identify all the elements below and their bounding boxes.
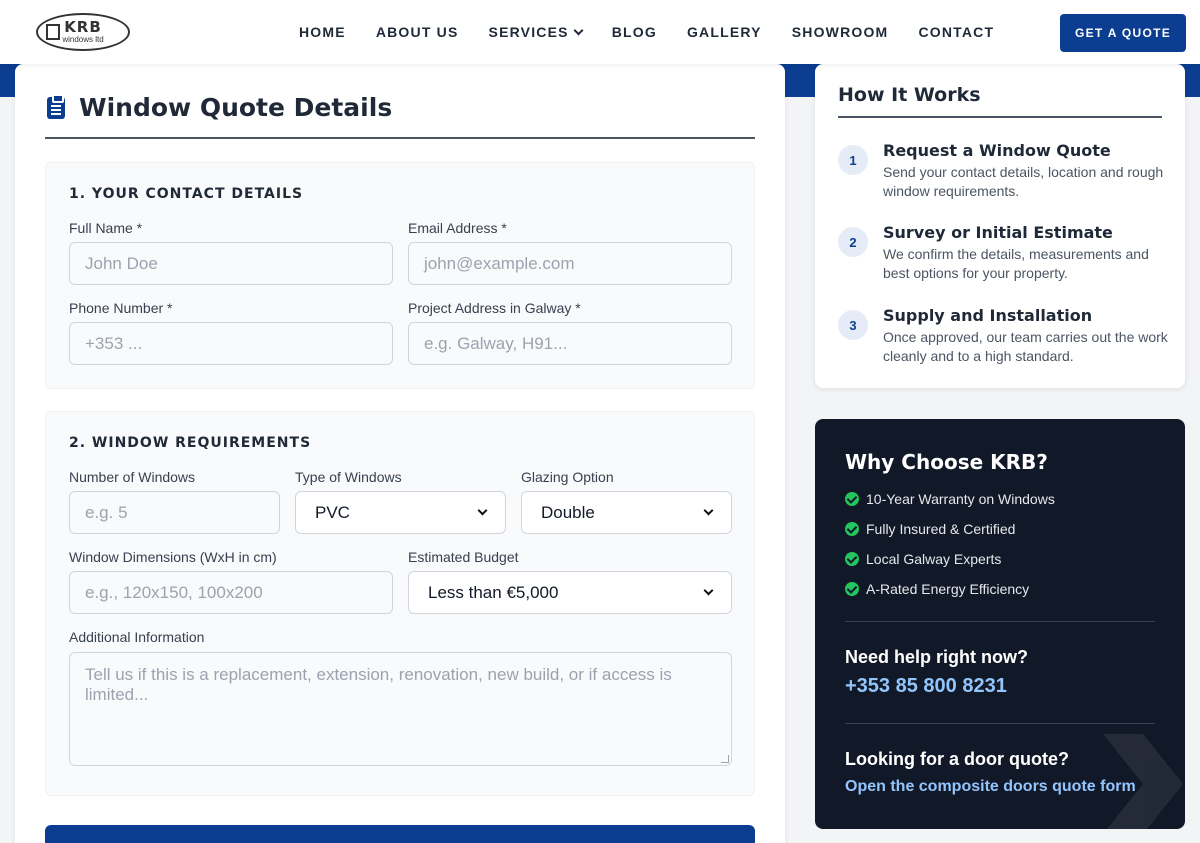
window-type-value: PVC	[315, 502, 350, 522]
logo-text: KRB	[64, 18, 102, 36]
contact-details-section: 1. YOUR CONTACT DETAILS Full Name * John…	[45, 162, 755, 389]
num-windows-input[interactable]: e.g. 5	[69, 491, 280, 534]
step-number: 1	[838, 145, 868, 175]
glazing-value: Double	[541, 502, 595, 522]
window-type-label: Type of Windows	[295, 469, 402, 485]
benefit-label: Local Galway Experts	[866, 551, 1002, 567]
nav-services-label: SERVICES	[488, 24, 569, 40]
help-title: Need help right now?	[845, 647, 1028, 667]
email-label: Email Address *	[408, 220, 507, 236]
benefit-label: Fully Insured & Certified	[866, 521, 1016, 537]
window-requirements-section: 2. WINDOW REQUIREMENTS Number of Windows…	[45, 411, 755, 796]
nav-home[interactable]: HOME	[299, 22, 346, 42]
benefit-label: 10-Year Warranty on Windows	[866, 491, 1055, 507]
nav-showroom[interactable]: SHOWROOM	[792, 22, 889, 42]
main-nav: HOME ABOUT US SERVICES BLOG GALLERY SHOW…	[299, 22, 1024, 42]
chevron-down-icon	[703, 505, 714, 516]
nav-services[interactable]: SERVICES	[488, 22, 584, 42]
step-description: Once approved, our team carries out the …	[883, 329, 1168, 364]
full-name-label: Full Name *	[69, 220, 143, 236]
check-circle-icon	[845, 492, 859, 506]
benefit-item: A-Rated Energy Efficiency	[845, 581, 1029, 597]
why-choose-card: Why Choose KRB? 10-Year Warranty on Wind…	[815, 419, 1185, 829]
glazing-label: Glazing Option	[521, 469, 614, 485]
nav-blog[interactable]: BLOG	[612, 22, 657, 42]
step-title: Request a Window Quote	[883, 141, 1111, 160]
divider	[845, 723, 1155, 724]
chevron-down-icon	[573, 25, 584, 35]
dimensions-label: Window Dimensions (WxH in cm)	[69, 549, 277, 565]
page-title: Window Quote Details	[79, 93, 393, 122]
benefit-item: Fully Insured & Certified	[845, 521, 1015, 537]
benefit-label: A-Rated Energy Efficiency	[866, 581, 1030, 597]
nav-contact[interactable]: CONTACT	[918, 22, 994, 42]
additional-info-textarea[interactable]: Tell us if this is a replacement, extens…	[69, 652, 732, 766]
quote-form-card: Window Quote Details 1. YOUR CONTACT DET…	[15, 64, 785, 843]
budget-label: Estimated Budget	[408, 549, 519, 565]
budget-select[interactable]: Less than €5,000	[408, 571, 732, 614]
step-number: 2	[838, 227, 868, 257]
additional-info-label: Additional Information	[69, 629, 205, 645]
chevron-down-icon	[477, 505, 488, 516]
benefit-item: Local Galway Experts	[845, 551, 1001, 567]
door-quote-link[interactable]: Open the composite doors quote form	[845, 778, 1136, 796]
check-circle-icon	[845, 522, 859, 536]
nav-about-us[interactable]: ABOUT US	[376, 22, 459, 42]
phone-input[interactable]: +353 ...	[69, 322, 393, 365]
check-circle-icon	[845, 552, 859, 566]
how-it-works-card: How It Works 1 Request a Window Quote Se…	[815, 64, 1185, 388]
how-it-works-title: How It Works	[838, 84, 1162, 118]
step-number: 3	[838, 310, 868, 340]
additional-info-placeholder: Tell us if this is a replacement, extens…	[85, 665, 672, 704]
chevron-down-icon	[703, 585, 714, 596]
form-title-row: Window Quote Details	[45, 92, 755, 139]
why-choose-title: Why Choose KRB?	[845, 450, 1048, 474]
phone-label: Phone Number *	[69, 300, 173, 316]
step-title: Survey or Initial Estimate	[883, 223, 1113, 242]
decorative-shape-icon	[1103, 734, 1183, 829]
logo-subtext: windows ltd	[62, 35, 104, 44]
nav-gallery[interactable]: GALLERY	[687, 22, 762, 42]
email-input[interactable]: john@example.com	[408, 242, 732, 285]
step-description: Send your contact details, location and …	[883, 164, 1164, 199]
budget-value: Less than €5,000	[428, 582, 559, 602]
check-circle-icon	[845, 582, 859, 596]
get-a-quote-button[interactable]: GET A QUOTE	[1060, 14, 1186, 52]
door-quote-title: Looking for a door quote?	[845, 749, 1069, 769]
num-windows-label: Number of Windows	[69, 469, 196, 485]
step-title: Supply and Installation	[883, 306, 1093, 325]
section-title-requirements: 2. WINDOW REQUIREMENTS	[69, 435, 312, 451]
window-type-select[interactable]: PVC	[295, 491, 506, 534]
full-name-input[interactable]: John Doe	[69, 242, 393, 285]
step-description: We confirm the details, measurements and…	[883, 246, 1149, 281]
submit-button[interactable]	[45, 825, 755, 843]
phone-link[interactable]: +353 85 800 8231	[845, 675, 1007, 698]
logo-window-icon	[46, 24, 60, 40]
address-label: Project Address in Galway *	[408, 300, 581, 316]
divider	[845, 621, 1155, 622]
address-input[interactable]: e.g. Galway, H91...	[408, 322, 732, 365]
benefit-item: 10-Year Warranty on Windows	[845, 491, 1055, 507]
site-logo[interactable]: KRB windows ltd	[36, 13, 130, 51]
clipboard-icon	[47, 94, 65, 119]
dimensions-input[interactable]: e.g., 120x150, 100x200	[69, 571, 393, 614]
glazing-select[interactable]: Double	[521, 491, 732, 534]
section-title-contact: 1. YOUR CONTACT DETAILS	[69, 186, 304, 202]
resize-handle-icon[interactable]	[721, 755, 729, 763]
site-header: KRB windows ltd HOME ABOUT US SERVICES B…	[0, 0, 1200, 64]
